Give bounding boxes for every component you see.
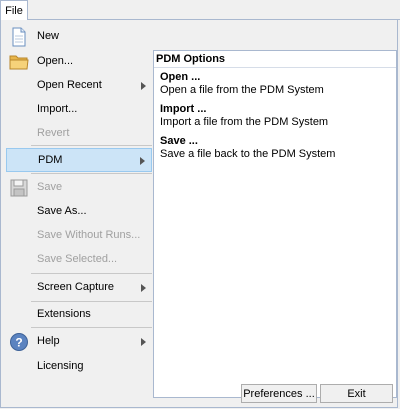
menu-item-pdm[interactable]: PDM <box>6 148 152 172</box>
menu-item-save[interactable]: Save <box>6 176 152 200</box>
menu-item-save-selected[interactable]: Save Selected... <box>6 248 152 272</box>
menu-item-save-without-runs[interactable]: Save Without Runs... <box>6 224 152 248</box>
menu-item-pdm-label: PDM <box>38 154 63 166</box>
exit-button[interactable]: Exit <box>320 384 393 403</box>
menu-separator <box>31 273 152 274</box>
menu-separator <box>31 145 152 146</box>
pdm-option-open-title: Open ... <box>160 71 201 83</box>
menu-item-open-label: Open... <box>37 55 74 67</box>
submenu-arrow-icon <box>141 82 146 90</box>
menu-item-save-as-label: Save As... <box>37 205 87 217</box>
menu-item-help[interactable]: ? Help <box>6 330 152 354</box>
submenu-arrow-icon <box>141 338 146 346</box>
pdm-options-panel: PDM Options Open ... Open a file from th… <box>153 50 397 398</box>
save-disk-icon <box>10 179 28 197</box>
menu-item-new[interactable]: New <box>6 25 152 49</box>
pdm-option-open[interactable]: Open ... Open a file from the PDM System <box>160 71 390 96</box>
menu-item-import-label: Import... <box>37 103 78 115</box>
file-tab[interactable]: File <box>0 0 28 21</box>
menu-item-open-recent[interactable]: Open Recent <box>6 74 152 98</box>
pdm-option-save-description: Save a file back to the PDM System <box>160 148 336 160</box>
menu-item-save-selected-label: Save Selected... <box>37 253 118 265</box>
exit-button-label: Exit <box>347 387 366 400</box>
menu-item-revert[interactable]: Revert <box>6 122 152 146</box>
menu-item-extensions-label: Extensions <box>37 308 91 320</box>
pdm-options-title: PDM Options <box>156 53 226 65</box>
pdm-option-open-description: Open a file from the PDM System <box>160 84 324 96</box>
menu-item-new-label: New <box>37 30 60 42</box>
submenu-arrow-icon <box>141 284 146 292</box>
menu-item-help-label: Help <box>37 335 60 347</box>
menu-item-import[interactable]: Import... <box>6 98 152 122</box>
preferences-button-label: Preferences ... <box>243 387 315 400</box>
pdm-option-import[interactable]: Import ... Import a file from the PDM Sy… <box>160 103 390 128</box>
menu-item-save-without-runs-label: Save Without Runs... <box>37 229 141 241</box>
help-question-icon: ? <box>10 333 28 351</box>
menu-item-licensing[interactable]: Licensing <box>6 355 152 379</box>
menu-separator <box>31 327 152 328</box>
menu-item-licensing-label: Licensing <box>37 360 84 372</box>
pdm-option-import-title: Import ... <box>160 103 207 115</box>
file-menu-panel: New Open... Open Recent Import... Revert… <box>0 20 398 408</box>
preferences-button[interactable]: Preferences ... <box>241 384 317 403</box>
svg-text:?: ? <box>15 336 22 350</box>
menu-separator <box>31 173 152 174</box>
menu-item-extensions[interactable]: Extensions <box>6 303 152 327</box>
menu-item-revert-label: Revert <box>37 127 70 139</box>
folder-icon <box>9 55 29 70</box>
menu-item-save-label: Save <box>37 181 63 193</box>
file-tab-label: File <box>5 5 23 17</box>
menu-item-save-as[interactable]: Save As... <box>6 200 152 224</box>
pdm-option-import-description: Import a file from the PDM System <box>160 116 329 128</box>
pdm-option-save[interactable]: Save ... Save a file back to the PDM Sys… <box>160 135 390 160</box>
pdm-option-save-title: Save ... <box>160 135 198 147</box>
menu-separator <box>31 301 152 302</box>
new-document-icon <box>12 27 26 47</box>
menu-item-screen-capture-label: Screen Capture <box>37 281 115 293</box>
menu-item-open-recent-label: Open Recent <box>37 79 102 91</box>
menu-item-open[interactable]: Open... <box>6 50 152 74</box>
menu-item-screen-capture[interactable]: Screen Capture <box>6 276 152 300</box>
submenu-arrow-icon <box>140 157 145 165</box>
pdm-options-title-divider <box>154 67 396 68</box>
